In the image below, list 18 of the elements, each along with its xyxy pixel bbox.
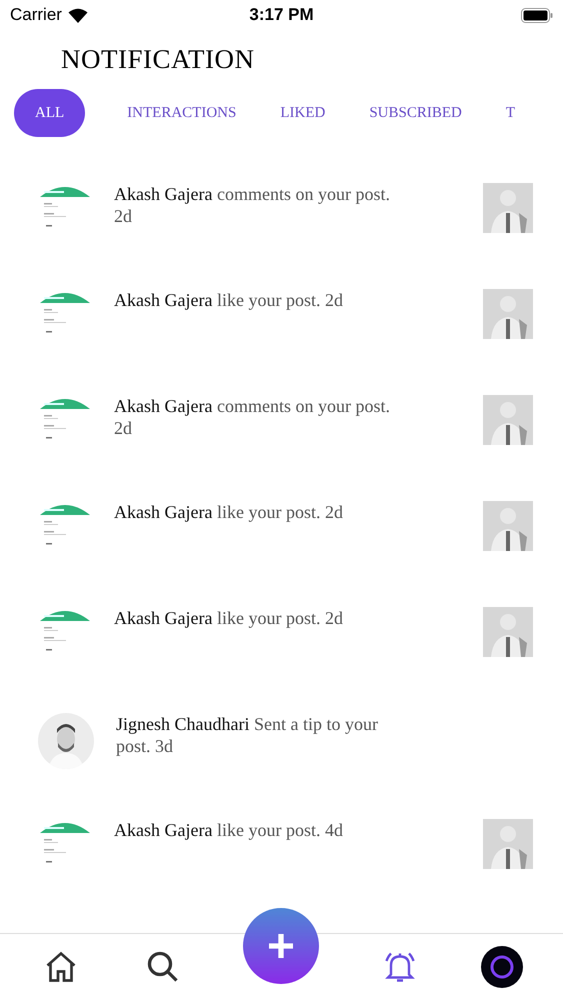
- filter-tab[interactable]: SUBSCRIBED: [367, 89, 464, 137]
- notification-text: Akash Gajera like your post. 2d: [114, 607, 344, 629]
- page-title: NOTIFICATION: [61, 44, 256, 75]
- wifi-icon: [68, 8, 88, 22]
- notification-text: Jignesh Chaudhari Sent a tip to your post. 3d: [116, 713, 379, 757]
- notification-text: Akash Gajera comments on your post. 2d: [114, 183, 391, 227]
- filter-tab[interactable]: ALL: [14, 89, 86, 137]
- filter-tab[interactable]: INTERACTIONS: [125, 89, 238, 137]
- filter-tab[interactable]: T: [504, 89, 518, 137]
- notification-text: Akash Gajera like your post. 4d: [114, 819, 344, 841]
- notification-text: Akash Gajera comments on your post. 2d: [114, 395, 391, 439]
- battery-icon: [521, 8, 553, 22]
- notification-text: Akash Gajera like your post. 2d: [114, 501, 344, 523]
- notification-text: Akash Gajera like your post. 2d: [114, 289, 344, 311]
- profile-avatar-icon[interactable]: [480, 945, 524, 989]
- carrier-name: Carrier: [10, 5, 62, 25]
- status-time: 3:17 PM: [249, 5, 314, 25]
- filter-tab[interactable]: LIKED: [278, 89, 328, 137]
